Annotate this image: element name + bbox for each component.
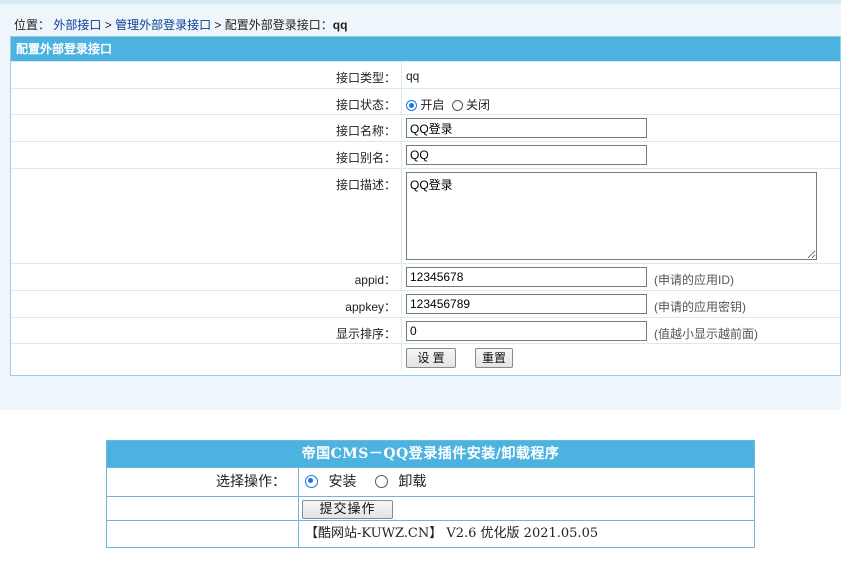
row-interface-status: 接口状态： 开启 关闭 <box>11 88 840 114</box>
row-appid: appid： (申请的应用ID) <box>11 263 840 290</box>
appid-input[interactable] <box>406 267 647 287</box>
interface-name-label: 接口名称： <box>335 124 396 138</box>
row-appkey: appkey： (申请的应用密钥) <box>11 290 840 317</box>
interface-alias-input[interactable] <box>406 145 647 165</box>
display-order-input[interactable] <box>406 321 647 341</box>
installer-footer: 【酷网站-KUWZ.CN】 V2.6 优化版 2021.05.05 <box>305 526 599 541</box>
installer-panel: 帝国CMS－QQ登录插件安装/卸载程序 选择操作： 安装 卸载 提交操作 【酷网… <box>106 440 755 548</box>
interface-status-cell: 开启 关闭 <box>401 89 840 114</box>
interface-type-label: 接口类型： <box>335 71 396 85</box>
interface-alias-cell <box>401 142 840 168</box>
interface-name-input[interactable] <box>406 118 647 138</box>
uninstall-label[interactable]: 卸载 <box>398 474 426 490</box>
appid-cell: (申请的应用ID) <box>401 264 840 290</box>
interface-description-textarea[interactable]: QQ登录 <box>406 172 817 260</box>
installer-action-label: 选择操作： <box>107 468 299 496</box>
display-order-hint: (值越小显示越前面) <box>654 327 758 341</box>
interface-status-label: 接口状态： <box>335 98 396 112</box>
row-interface-alias: 接口别名： <box>11 141 840 168</box>
set-button[interactable]: 设 置 <box>406 348 456 368</box>
status-on-label[interactable]: 开启 <box>420 98 444 112</box>
status-off-label[interactable]: 关闭 <box>466 98 490 112</box>
row-display-order: 显示排序： (值越小显示越前面) <box>11 317 840 343</box>
breadcrumb: 位置： 外部接口 > 管理外部登录接口 > 配置外部登录接口：qq <box>14 16 347 33</box>
interface-type-value: qq <box>406 69 420 83</box>
breadcrumb-separator: > <box>214 18 225 32</box>
top-border <box>0 0 841 4</box>
installer-empty-cell <box>107 521 299 547</box>
interface-name-cell <box>401 115 840 141</box>
row-interface-description: 接口描述： QQ登录 <box>11 168 840 263</box>
breadcrumb-current: 配置外部登录接口： <box>224 18 333 32</box>
breadcrumb-link-manage-login[interactable]: 管理外部登录接口 <box>115 18 211 32</box>
install-label[interactable]: 安装 <box>328 474 356 490</box>
breadcrumb-link-external-interface[interactable]: 外部接口 <box>53 18 101 32</box>
display-order-label: 显示排序： <box>335 327 396 341</box>
row-interface-type: 接口类型： qq <box>11 61 840 88</box>
reset-button[interactable]: 重置 <box>475 348 513 368</box>
interface-description-cell: QQ登录 <box>401 169 840 263</box>
installer-row-footer: 【酷网站-KUWZ.CN】 V2.6 优化版 2021.05.05 <box>107 520 754 547</box>
appkey-hint: (申请的应用密钥) <box>654 300 746 314</box>
appid-label: appid： <box>354 273 396 287</box>
row-interface-name: 接口名称： <box>11 114 840 141</box>
config-form: 配置外部登录接口 接口类型： qq 接口状态： 开启 关闭 接口名称： 接口别名… <box>10 36 841 376</box>
breadcrumb-current-interface: qq <box>332 18 348 32</box>
interface-type-cell: qq <box>401 62 840 88</box>
appkey-input[interactable] <box>406 294 647 314</box>
installer-submit-cell: 提交操作 <box>299 497 754 520</box>
appid-hint: (申请的应用ID) <box>654 273 734 287</box>
breadcrumb-separator: > <box>104 18 116 32</box>
submit-operation-button[interactable]: 提交操作 <box>302 500 393 519</box>
installer-empty-cell <box>107 497 299 520</box>
config-form-header: 配置外部登录接口 <box>11 37 840 61</box>
installer-row-action: 选择操作： 安装 卸载 <box>107 467 754 496</box>
display-order-cell: (值越小显示越前面) <box>401 318 840 343</box>
row-form-buttons: 设 置 重置 <box>11 343 840 371</box>
uninstall-radio[interactable] <box>374 475 388 488</box>
installer-title: 帝国CMS－QQ登录插件安装/卸载程序 <box>107 441 754 467</box>
interface-description-label: 接口描述： <box>335 178 396 192</box>
interface-alias-label: 接口别名： <box>335 151 396 165</box>
status-on-radio[interactable] <box>406 100 417 111</box>
form-buttons-cell: 设 置 重置 <box>401 344 840 371</box>
installer-action-options: 安装 卸载 <box>299 468 754 496</box>
installer-row-submit: 提交操作 <box>107 496 754 520</box>
breadcrumb-prefix: 位置： <box>14 18 51 32</box>
appkey-cell: (申请的应用密钥) <box>401 291 840 317</box>
appkey-label: appkey： <box>345 300 396 314</box>
status-off-radio[interactable] <box>451 100 463 111</box>
install-radio[interactable] <box>305 475 318 488</box>
